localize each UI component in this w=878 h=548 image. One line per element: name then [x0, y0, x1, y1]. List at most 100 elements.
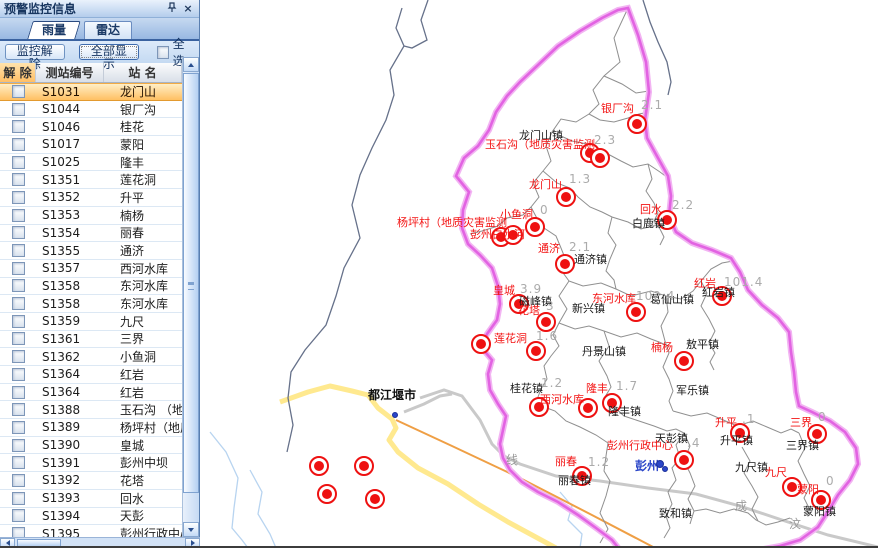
table-row[interactable]: S1357西河水库: [0, 260, 182, 278]
release-checkbox[interactable]: [12, 279, 25, 292]
release-checkbox[interactable]: [12, 262, 25, 275]
map-overlays: 龙门山镇白鹿镇通济镇磁峰镇新兴镇葛仙山镇红岩镇丹景山镇敖平镇军乐镇桂花镇隆丰镇天…: [200, 0, 878, 548]
station-id-cell: S1362: [36, 350, 104, 364]
station-label: 银厂沟: [601, 103, 634, 114]
station-value: 1.7: [616, 380, 638, 392]
table-row[interactable]: S1359九尺: [0, 313, 182, 331]
table-row[interactable]: S1358东河水库: [0, 295, 182, 313]
table-row[interactable]: S1394天彭: [0, 508, 182, 526]
station-warning-marker[interactable]: [626, 302, 646, 322]
table-row[interactable]: S1017蒙阳: [0, 136, 182, 154]
release-checkbox[interactable]: [12, 456, 25, 469]
table-row[interactable]: S1358东河水库: [0, 278, 182, 296]
table-row[interactable]: S1364红岩: [0, 384, 182, 402]
station-warning-marker[interactable]: [365, 489, 385, 509]
release-checkbox[interactable]: [12, 368, 25, 381]
release-checkbox[interactable]: [12, 156, 25, 169]
station-value: 0: [818, 411, 827, 423]
station-label: 隆丰: [586, 383, 608, 394]
release-checkbox[interactable]: [12, 173, 25, 186]
station-name-cell: 蒙阳: [104, 136, 182, 153]
station-name-cell: 红岩: [104, 384, 182, 401]
scroll-down-button[interactable]: [183, 522, 199, 537]
release-checkbox[interactable]: [12, 386, 25, 399]
release-checkbox[interactable]: [12, 439, 25, 452]
release-checkbox[interactable]: [12, 209, 25, 222]
table-row[interactable]: S1389杨坪村（地质..: [0, 419, 182, 437]
station-warning-marker[interactable]: [471, 334, 491, 354]
pin-icon[interactable]: [165, 2, 179, 15]
station-id-cell: S1393: [36, 491, 104, 505]
table-row[interactable]: S1352升平: [0, 189, 182, 207]
station-name-cell: 天彭: [104, 507, 182, 524]
release-checkbox[interactable]: [12, 85, 25, 98]
column-header-release[interactable]: 解 除: [0, 63, 36, 82]
station-warning-marker[interactable]: [674, 351, 694, 371]
station-label: 升平: [715, 417, 737, 428]
release-checkbox[interactable]: [12, 138, 25, 151]
table-row[interactable]: S1355通济: [0, 242, 182, 260]
station-label: 杨坪村（地质灾害监测: [397, 217, 507, 228]
table-row[interactable]: S1353楠杨: [0, 207, 182, 225]
release-checkbox[interactable]: [12, 103, 25, 116]
release-checkbox[interactable]: [12, 492, 25, 505]
station-warning-marker[interactable]: [354, 456, 374, 476]
station-warning-marker[interactable]: [526, 341, 546, 361]
close-icon[interactable]: ×: [181, 2, 195, 15]
station-value: 1.6: [536, 330, 558, 342]
table-row[interactable]: S1392花塔: [0, 472, 182, 490]
station-name-cell: 莲花洞: [104, 171, 182, 188]
station-name-cell: 彭州中坝: [104, 454, 182, 471]
table-row[interactable]: S1354丽春: [0, 225, 182, 243]
release-checkbox[interactable]: [12, 226, 25, 239]
table-row[interactable]: S1361三界: [0, 331, 182, 349]
release-checkbox[interactable]: [12, 421, 25, 434]
scroll-up-button[interactable]: [183, 57, 199, 72]
select-all-checkbox[interactable]: [157, 46, 169, 59]
town-label: 丹景山镇: [582, 346, 626, 357]
table-row[interactable]: S1388玉石沟 （地..: [0, 401, 182, 419]
column-header-station-id[interactable]: 测站编号: [36, 63, 104, 82]
show-all-button[interactable]: 全部显示: [79, 44, 139, 60]
tab-radar[interactable]: 雷达: [84, 21, 132, 39]
table-row[interactable]: S1391彭州中坝: [0, 454, 182, 472]
table-row[interactable]: S1393回水: [0, 490, 182, 508]
station-warning-marker[interactable]: [555, 254, 575, 274]
map-view[interactable]: 龙门山镇白鹿镇通济镇磁峰镇新兴镇葛仙山镇红岩镇丹景山镇敖平镇军乐镇桂花镇隆丰镇天…: [200, 0, 878, 548]
warning-monitor-panel: 预警监控信息 × 雨量 雷达 监控解除 全部显示 全选 解 除 测站编号 站 名: [0, 0, 200, 548]
station-label: 丽春: [555, 456, 577, 467]
release-checkbox[interactable]: [12, 509, 25, 522]
table-row[interactable]: S1046桂花: [0, 118, 182, 136]
release-checkbox[interactable]: [12, 403, 25, 416]
station-warning-marker[interactable]: [627, 114, 647, 134]
release-checkbox[interactable]: [12, 350, 25, 363]
station-warning-marker[interactable]: [674, 450, 694, 470]
table-row[interactable]: S1364红岩: [0, 366, 182, 384]
release-checkbox[interactable]: [12, 332, 25, 345]
column-header-station-name[interactable]: 站 名: [104, 63, 182, 82]
station-warning-marker[interactable]: [590, 148, 610, 168]
station-warning-marker[interactable]: [309, 456, 329, 476]
vertical-scroll-thumb[interactable]: [183, 73, 199, 493]
station-warning-marker[interactable]: [317, 484, 337, 504]
table-row[interactable]: S1362小鱼洞: [0, 348, 182, 366]
station-label: 莲花洞: [494, 333, 527, 344]
app-window: 预警监控信息 × 雨量 雷达 监控解除 全部显示 全选 解 除 测站编号 站 名: [0, 0, 878, 548]
table-row[interactable]: S1044银厂沟: [0, 101, 182, 119]
vertical-scrollbar[interactable]: [182, 57, 199, 537]
release-checkbox[interactable]: [12, 244, 25, 257]
table-row[interactable]: S1390皇城: [0, 437, 182, 455]
city-dot: [392, 412, 398, 418]
release-checkbox[interactable]: [12, 297, 25, 310]
release-checkbox[interactable]: [12, 120, 25, 133]
table-row[interactable]: S1025隆丰: [0, 154, 182, 172]
station-value: 2.2: [672, 199, 694, 211]
tab-rainfall[interactable]: 雨量: [27, 21, 81, 39]
release-checkbox[interactable]: [12, 474, 25, 487]
release-checkbox[interactable]: [12, 191, 25, 204]
table-row[interactable]: S1351莲花洞: [0, 171, 182, 189]
table-row[interactable]: S1031龙门山: [0, 83, 182, 101]
release-checkbox[interactable]: [12, 315, 25, 328]
station-name-cell: 东河水库: [104, 277, 182, 294]
monitor-release-button[interactable]: 监控解除: [5, 44, 65, 60]
